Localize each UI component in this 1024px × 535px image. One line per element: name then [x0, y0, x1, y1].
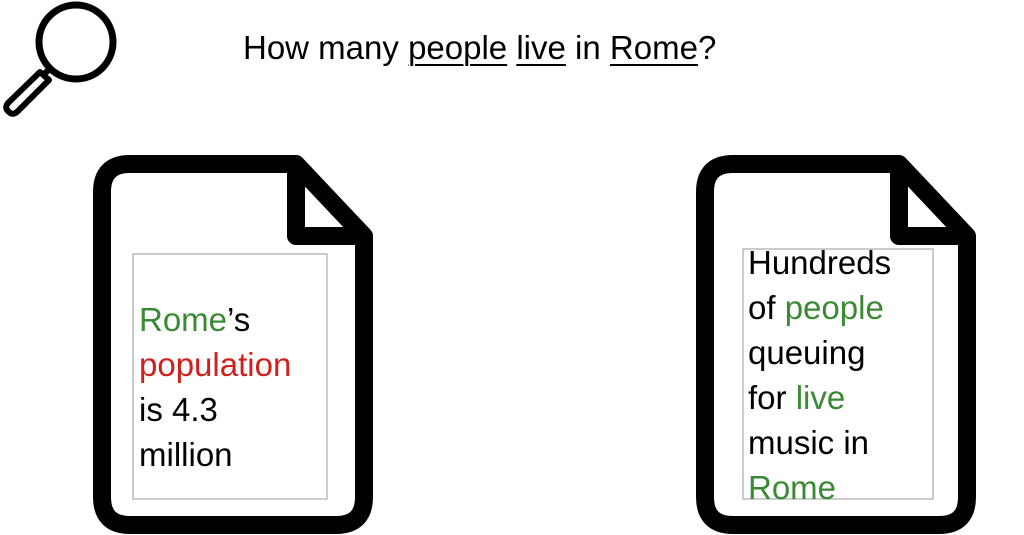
doc-right-of: of [748, 289, 785, 326]
document-right-text: Hundreds of people queuing for live musi… [748, 240, 891, 510]
doc-right-live: live [795, 379, 846, 416]
doc-left-apostrophe: ’s [227, 301, 251, 338]
doc-left-population: population [139, 346, 292, 383]
doc-right-line-3: queuing [748, 334, 866, 371]
doc-right-line-1: Hundreds [748, 244, 892, 281]
doc-right-line-2: of people [748, 285, 891, 330]
doc-right-rome: Rome [748, 469, 837, 506]
doc-left-line-4: million [139, 436, 233, 473]
doc-right-line-4: for live [748, 375, 891, 420]
doc-right-people: people [784, 289, 884, 326]
doc-left-line-1: Rome’s [139, 297, 291, 342]
doc-right-for: for [748, 379, 796, 416]
doc-right-line-5: music in [748, 424, 870, 461]
doc-left-line-3: is 4.3 [139, 391, 218, 428]
document-left-text: Rome’s population is 4.3 million [139, 297, 291, 477]
doc-left-rome: Rome [139, 301, 228, 338]
